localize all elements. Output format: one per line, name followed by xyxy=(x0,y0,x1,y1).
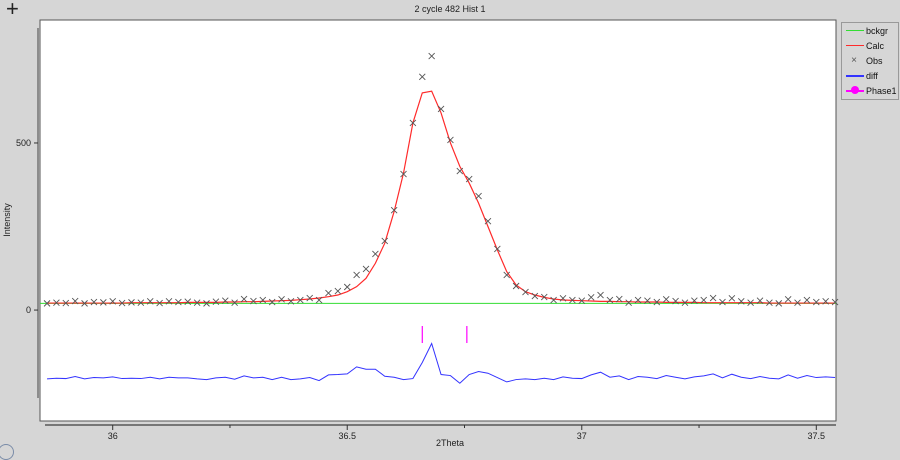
legend-label: Obs xyxy=(866,55,883,66)
x-axis-label: 2Theta xyxy=(436,438,464,448)
legend-item-diff: diff xyxy=(842,68,898,83)
y-tick-label: 0 xyxy=(26,305,31,315)
legend-label: Phase1 xyxy=(866,85,897,96)
legend-label: Calc xyxy=(866,40,885,51)
x-tick-label: 36.5 xyxy=(338,431,356,441)
y-axis-label: Intensity xyxy=(2,203,12,237)
x-tick-label: 37 xyxy=(577,431,587,441)
y-tick-label: 500 xyxy=(16,138,31,148)
phase-marker-icon xyxy=(851,86,859,94)
legend-item-obs: × Obs xyxy=(842,53,898,68)
chart-title: 2 cycle 482 Hist 1 xyxy=(414,4,485,14)
x-marker-icon: × xyxy=(851,55,857,66)
legend-item-phase1: Phase1 xyxy=(842,83,898,98)
plot-area[interactable] xyxy=(39,19,837,422)
legend-label: diff xyxy=(866,70,878,81)
legend-item-calc: Calc xyxy=(842,38,898,53)
x-tick-label: 37.5 xyxy=(808,431,826,441)
legend-item-bckgr: bckgr xyxy=(842,23,898,38)
x-tick-label: 36 xyxy=(108,431,118,441)
legend: bckgr Calc × Obs diff Phase1 xyxy=(841,22,899,100)
legend-label: bckgr xyxy=(866,25,889,36)
chart[interactable]: 2 cycle 482 Hist 1 2Theta Intensity 36 36… xyxy=(0,0,900,453)
